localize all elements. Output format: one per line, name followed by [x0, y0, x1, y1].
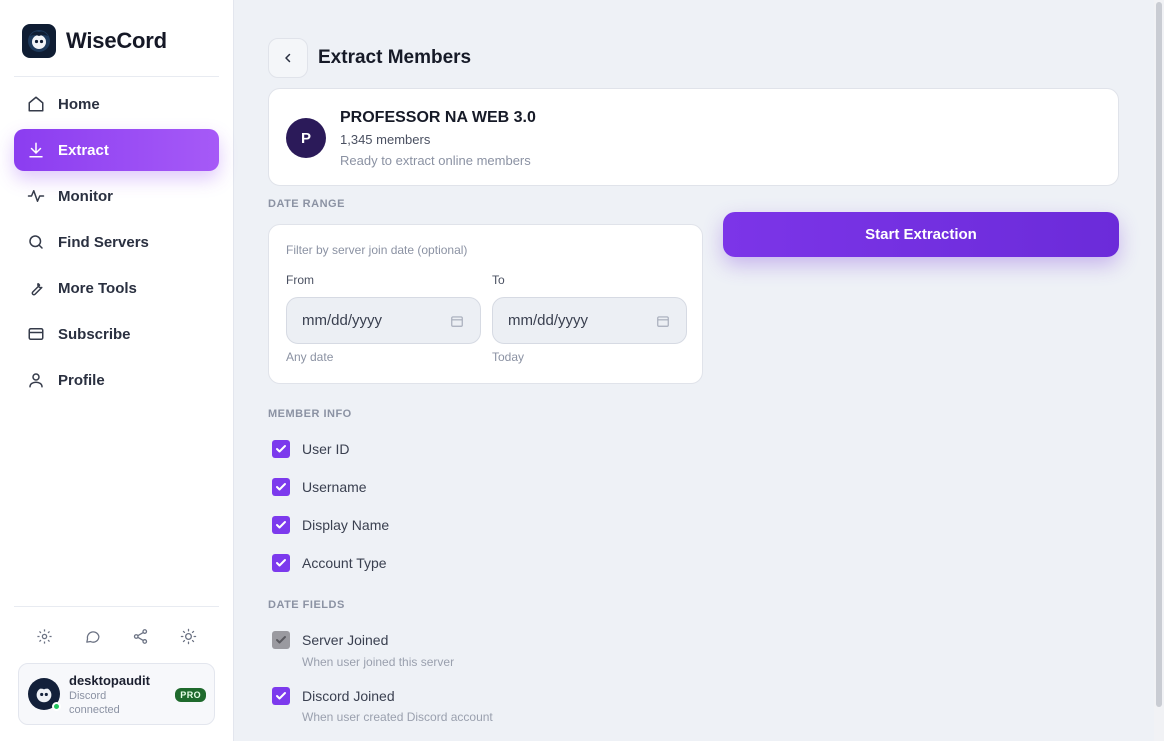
sidebar: WiseCord Home Extract Monitor Find Serve… — [0, 0, 234, 741]
to-label: To — [492, 273, 505, 287]
scrollbar[interactable] — [1154, 0, 1164, 741]
server-status: Ready to extract online members — [340, 153, 531, 168]
sun-icon[interactable] — [177, 624, 201, 648]
calendar-icon[interactable] — [656, 314, 670, 328]
from-date-placeholder: mm/dd/yyyy — [302, 312, 383, 329]
sidebar-item-extract[interactable]: Extract — [14, 129, 219, 171]
from-date-hint: Any date — [286, 350, 334, 364]
download-icon — [27, 141, 45, 159]
to-date-hint: Today — [492, 350, 525, 364]
checkbox-description: When user created Discord account — [302, 710, 493, 724]
checkmark-icon — [276, 445, 286, 453]
checkbox-user-id[interactable]: User ID — [272, 440, 349, 458]
member-info-heading: MEMBER INFO — [268, 408, 352, 420]
sidebar-item-find-servers[interactable]: Find Servers — [14, 221, 219, 263]
to-date-placeholder: mm/dd/yyyy — [508, 312, 589, 329]
user-status: Discord connected — [69, 690, 120, 716]
checkmark-icon — [276, 559, 286, 567]
chat-bubble-icon[interactable] — [80, 624, 104, 648]
date-range-heading: DATE RANGE — [268, 198, 345, 210]
credit-card-icon — [27, 325, 45, 343]
checkbox-label: User ID — [302, 441, 350, 457]
pro-badge: PRO — [175, 688, 206, 702]
from-label: From — [286, 273, 314, 287]
user-card[interactable]: desktopaudit Discord connected PRO — [18, 663, 215, 725]
sidebar-item-home[interactable]: Home — [14, 83, 219, 125]
checkbox[interactable] — [272, 440, 290, 458]
wisecord-logo-icon — [22, 24, 56, 58]
checkbox[interactable] — [272, 478, 290, 496]
divider — [14, 606, 219, 607]
sidebar-item-label: Monitor — [58, 187, 113, 205]
checkmark-icon — [276, 483, 286, 491]
sidebar-item-label: More Tools — [58, 279, 137, 297]
scrollbar-thumb[interactable] — [1156, 2, 1162, 707]
sidebar-item-more-tools[interactable]: More Tools — [14, 267, 219, 309]
checkbox-display-name[interactable]: Display Name — [272, 516, 389, 534]
date-range-hint: Filter by server join date (optional) — [286, 243, 468, 257]
checkbox-username[interactable]: Username — [272, 478, 367, 496]
sidebar-item-label: Find Servers — [58, 233, 149, 251]
share-icon[interactable] — [129, 624, 153, 648]
back-button[interactable] — [268, 38, 308, 78]
gear-icon[interactable] — [32, 624, 56, 648]
from-date-input[interactable]: mm/dd/yyyy — [286, 297, 481, 344]
brand[interactable]: WiseCord — [22, 24, 167, 58]
checkbox-label: Account Type — [302, 555, 387, 571]
wrench-icon — [27, 279, 45, 297]
checkbox-server-joined: Server Joined — [272, 631, 388, 649]
checkbox-discord-joined[interactable]: Discord Joined — [272, 687, 395, 705]
checkbox-disabled — [272, 631, 290, 649]
to-date-input[interactable]: mm/dd/yyyy — [492, 297, 687, 344]
checkbox-label: Discord Joined — [302, 688, 395, 704]
sidebar-item-label: Extract — [58, 141, 109, 159]
server-card: P PROFESSOR NA WEB 3.0 1,345 members Rea… — [268, 88, 1119, 186]
home-icon — [27, 95, 45, 113]
user-icon — [27, 371, 45, 389]
sidebar-item-label: Subscribe — [58, 325, 131, 343]
checkbox-account-type[interactable]: Account Type — [272, 554, 387, 572]
sidebar-item-monitor[interactable]: Monitor — [14, 175, 219, 217]
sidebar-item-profile[interactable]: Profile — [14, 359, 219, 401]
checkmark-icon — [276, 521, 286, 529]
checkbox[interactable] — [272, 687, 290, 705]
sidebar-nav: Home Extract Monitor Find Servers More T… — [14, 83, 219, 405]
sidebar-item-label: Home — [58, 95, 100, 113]
avatar — [28, 678, 61, 711]
chevron-left-icon — [285, 53, 291, 63]
checkbox-label: Display Name — [302, 517, 390, 533]
sidebar-footer-icons — [14, 624, 219, 648]
app-name: WiseCord — [66, 28, 167, 53]
server-avatar: P — [286, 118, 326, 158]
sidebar-item-label: Profile — [58, 371, 105, 389]
user-name: desktopaudit — [69, 673, 150, 688]
checkbox-label: Server Joined — [302, 632, 389, 648]
search-icon — [27, 233, 45, 251]
server-member-count: 1,345 members — [340, 132, 431, 147]
page-title: Extract Members — [318, 47, 472, 68]
checkbox-description: When user joined this server — [302, 655, 455, 669]
server-name: PROFESSOR NA WEB 3.0 — [340, 109, 536, 126]
online-status-dot — [52, 702, 61, 711]
divider — [14, 76, 219, 77]
activity-icon — [27, 187, 45, 205]
checkmark-icon — [276, 692, 286, 700]
checkbox[interactable] — [272, 516, 290, 534]
checkbox-label: Username — [302, 479, 367, 495]
checkbox[interactable] — [272, 554, 290, 572]
calendar-icon[interactable] — [450, 314, 464, 328]
start-extraction-button[interactable]: Start Extraction — [723, 212, 1119, 257]
checkmark-icon — [276, 636, 286, 644]
date-fields-heading: DATE FIELDS — [268, 599, 345, 611]
date-range-card: Filter by server join date (optional) Fr… — [268, 224, 703, 384]
sidebar-item-subscribe[interactable]: Subscribe — [14, 313, 219, 355]
